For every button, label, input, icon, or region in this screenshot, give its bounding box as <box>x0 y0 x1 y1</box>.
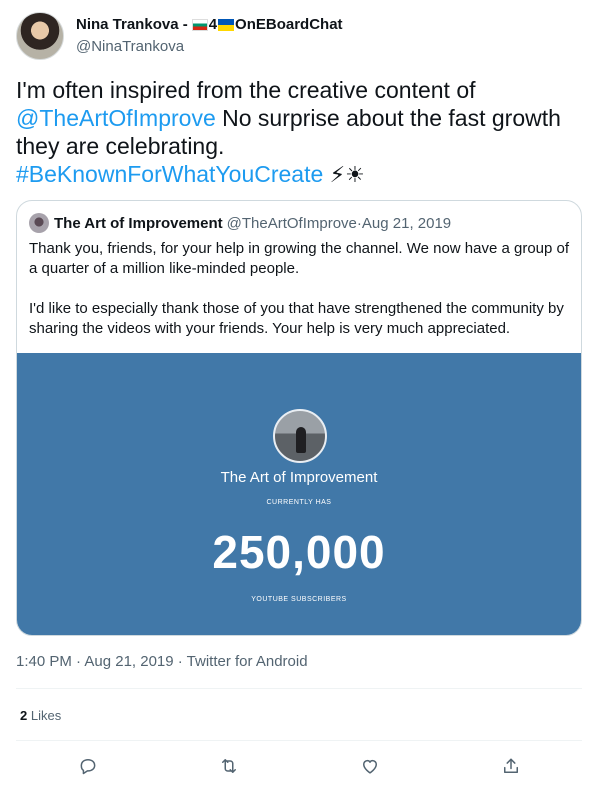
image-subscriber-count: 250,000 <box>212 526 386 578</box>
tweet-header: Nina Trankova - 4 OnEBoardChat @NinaTran… <box>16 12 582 60</box>
display-name-number[interactable]: 4 <box>209 16 217 33</box>
likes-count[interactable]: 2 Likes <box>20 708 61 723</box>
ukraine-flag-icon <box>218 18 235 31</box>
image-channel-title: The Art of Improvement <box>220 469 378 486</box>
author-display-name[interactable]: Nina Trankova - 4 OnEBoardChat <box>76 16 343 33</box>
quoted-author-avatar <box>29 213 49 233</box>
mention-link[interactable]: @TheArtOfImprove <box>16 105 216 131</box>
tweet-timestamp[interactable]: 1:40 PM · Aug 21, 2019 · Twitter for And… <box>16 653 308 670</box>
share-icon[interactable] <box>497 752 525 780</box>
author-avatar[interactable] <box>16 12 64 60</box>
divider <box>16 740 582 741</box>
tweet-text-part-1: I'm often inspired from the creative con… <box>16 77 476 103</box>
author-handle[interactable]: @NinaTrankova <box>76 38 184 55</box>
quoted-tweet-body: Thank you, friends, for your help in gro… <box>29 239 571 339</box>
like-icon[interactable] <box>356 752 384 780</box>
quoted-author-handle: @TheArtOfImprove <box>226 214 357 232</box>
tweet-text: I'm often inspired from the creative con… <box>16 76 582 189</box>
display-name-suffix[interactable]: OnEBoardChat <box>235 16 343 33</box>
likes-label[interactable]: Likes <box>31 708 61 723</box>
quoted-date: Aug 21, 2019 <box>361 214 452 232</box>
reply-icon[interactable] <box>74 752 102 780</box>
quoted-author-name: The Art of Improvement <box>54 214 223 232</box>
image-currently-has: CURRENTLY HAS <box>266 499 332 506</box>
image-subscribers-label: YOUTUBE SUBSCRIBERS <box>251 596 347 603</box>
display-name-prefix[interactable]: Nina Trankova - <box>76 16 188 33</box>
quoted-paragraph-1: Thank you, friends, for your help in gro… <box>29 240 570 277</box>
quoted-tweet[interactable]: The Art of Improvement @TheArtOfImprove … <box>16 200 582 636</box>
tweet-actions <box>16 752 582 780</box>
quoted-media-image[interactable]: The Art of Improvement CURRENTLY HAS 250… <box>17 353 581 635</box>
bulgaria-flag-icon <box>191 18 208 31</box>
divider <box>16 688 582 689</box>
quoted-tweet-header: The Art of Improvement @TheArtOfImprove … <box>29 213 451 233</box>
hashtag-link[interactable]: #BeKnownForWhatYouCreate <box>16 161 323 187</box>
retweet-icon[interactable] <box>215 752 243 780</box>
likes-number[interactable]: 2 <box>20 708 27 723</box>
silhouette-figure <box>296 427 306 453</box>
quoted-paragraph-2: I'd like to especially thank those of yo… <box>29 300 564 337</box>
lightning-sun-emoji: ⚡☀ <box>329 162 365 187</box>
channel-logo <box>273 409 327 463</box>
